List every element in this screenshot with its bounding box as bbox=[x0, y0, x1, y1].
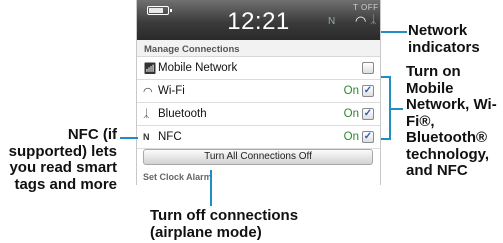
nfc-checkbox[interactable]: ✓ bbox=[362, 131, 374, 143]
clock: 12:21 bbox=[227, 8, 290, 35]
mobile-network-row[interactable]: 📶︎ Mobile Network bbox=[137, 57, 380, 80]
row-label: Wi-Fi bbox=[158, 85, 185, 97]
row-label: NFC bbox=[158, 131, 182, 143]
nfc-icon: N bbox=[143, 132, 150, 142]
status-bar: 12:21 N T OFF ◠ ᛣ bbox=[137, 0, 380, 40]
radio-state-indicator: T OFF bbox=[353, 3, 379, 12]
bluetooth-icon: ᛣ bbox=[143, 108, 150, 120]
turn-on-callout-line bbox=[389, 108, 403, 110]
next-menu-item[interactable]: Set Clock Alarm bbox=[143, 172, 212, 182]
nfc-row[interactable]: N NFC On ✓ bbox=[137, 126, 380, 149]
wifi-row[interactable]: ◠ Wi-Fi On ✓ bbox=[137, 80, 380, 103]
wifi-status-icon: ◠ bbox=[355, 13, 367, 28]
turn-all-connections-off-button[interactable]: Turn All Connections Off bbox=[143, 149, 373, 165]
mobile-network-checkbox[interactable] bbox=[362, 62, 374, 74]
nfc-callout-line bbox=[120, 137, 138, 139]
airplane-mode-callout: Turn off connections (airplane mode) bbox=[150, 207, 299, 241]
row-label: Mobile Network bbox=[158, 62, 238, 74]
airplane-callout-line bbox=[210, 170, 212, 206]
bluetooth-checkbox[interactable]: ✓ bbox=[362, 108, 374, 120]
network-indicators-callout: Network indicators bbox=[408, 22, 480, 56]
wifi-checkbox[interactable]: ✓ bbox=[362, 85, 374, 97]
network-type-indicator: N bbox=[328, 16, 336, 27]
section-header: Manage Connections bbox=[137, 40, 380, 57]
nfc-callout: NFC (if supported) lets you read smart t… bbox=[8, 126, 117, 193]
turn-on-callout: Turn on Mobile Network, Wi-Fi®, Bluetoot… bbox=[406, 63, 497, 179]
bluetooth-row[interactable]: ᛣ Bluetooth On ✓ bbox=[137, 103, 380, 126]
row-state: On bbox=[343, 85, 359, 97]
network-callout-line bbox=[381, 31, 407, 33]
signal-icon: 📶︎ bbox=[143, 63, 157, 75]
row-label: Bluetooth bbox=[158, 108, 207, 120]
wifi-icon: ◠ bbox=[143, 86, 153, 98]
bluetooth-status-icon: ᛣ bbox=[370, 14, 377, 26]
turn-on-bracket-bottom bbox=[381, 138, 391, 140]
row-state: On bbox=[343, 108, 359, 120]
phone-screen: 12:21 N T OFF ◠ ᛣ Manage Connections 📶︎ … bbox=[136, 0, 381, 185]
row-state: On bbox=[343, 131, 359, 143]
